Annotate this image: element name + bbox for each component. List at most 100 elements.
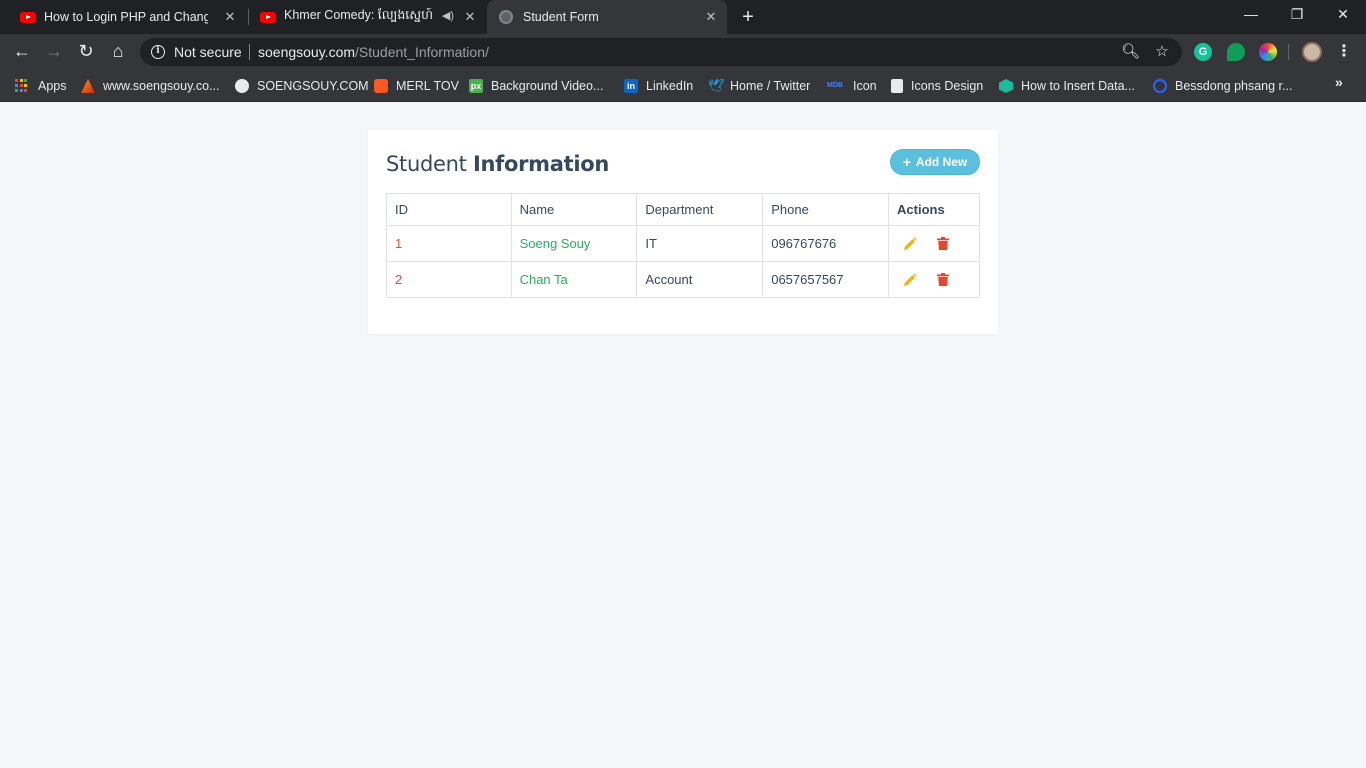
cell-phone: 096767676 (762, 225, 890, 262)
home-icon[interactable]: ⌂ (107, 40, 129, 62)
extension-green-icon[interactable] (1227, 43, 1245, 61)
tab-separator (248, 9, 249, 25)
add-new-label: Add New (915, 155, 968, 169)
address-bar[interactable]: i Not secure soengsouy.com/Student_Infor… (140, 38, 1182, 66)
cell-id: 2 (386, 261, 512, 298)
bookmark-label: Bessdong phsang r... (1175, 79, 1293, 93)
pixabay-icon: px (469, 79, 483, 93)
delete-trash-icon[interactable] (937, 273, 950, 286)
header-phone: Phone (762, 193, 890, 226)
grammarly-icon[interactable]: G (1194, 43, 1212, 61)
cell-id: 1 (386, 225, 512, 262)
bookmark-label: Apps (38, 79, 67, 93)
browser-toolbar: ← → ↻ ⌂ i Not secure soengsouy.com/Stude… (0, 34, 1366, 70)
reload-icon[interactable]: ↻ (75, 40, 97, 62)
bookmarks-overflow-icon[interactable]: » (1335, 74, 1343, 90)
toolbar-divider (1288, 44, 1289, 60)
bookmark-label: Background Video... (491, 79, 604, 93)
globe-icon (235, 79, 249, 93)
bookmark-twitter[interactable]: 🕊︎ Home / Twitter (708, 77, 810, 95)
globe-icon (499, 10, 513, 24)
bookmark-merl-tov[interactable]: MERL TOV (374, 77, 459, 95)
url-domain: soengsouy.com (258, 44, 356, 60)
student-table: ID Name Department Phone Actions 1 Soeng… (386, 193, 980, 298)
bookmark-label: LinkedIn (646, 79, 694, 93)
header-name: Name (510, 193, 638, 226)
tab-title: How to Login PHP and Change M (44, 10, 208, 24)
bookmark-soengsouy-site[interactable]: www.soengsouy.co... (81, 77, 220, 95)
header-department: Department (636, 193, 764, 226)
tab-student-form[interactable]: Student Form ✕ (487, 0, 727, 34)
more-menu-icon[interactable]: ⋮ (1336, 41, 1352, 63)
linkedin-icon: in (624, 79, 638, 93)
cell-department: Account (636, 261, 764, 298)
edit-pencil-icon[interactable] (903, 236, 917, 251)
restore-icon[interactable]: ❐ (1287, 4, 1307, 24)
security-label[interactable]: Not secure (174, 44, 242, 60)
profile-avatar[interactable] (1302, 42, 1322, 62)
table-row: 2 Chan Ta Account 0657657567 (386, 261, 980, 298)
cell-name: Soeng Souy (510, 225, 638, 262)
cell-department: IT (636, 225, 764, 262)
cube-icon (999, 79, 1013, 93)
bookmark-icon[interactable]: MDB Icon (827, 77, 877, 95)
twitter-icon: 🕊︎ (708, 78, 725, 93)
cell-phone: 0657657567 (762, 261, 890, 298)
back-arrow-icon[interactable]: ← (11, 40, 33, 62)
omnibox-divider (249, 44, 250, 60)
title-bold: Information (472, 152, 610, 176)
bookmark-label: Icons Design (911, 79, 984, 93)
plus-icon: + (902, 154, 911, 170)
header-actions: Actions (888, 193, 980, 226)
tab-strip: How to Login PHP and Change M ✕ Khmer Co… (0, 0, 1366, 34)
blogger-icon (374, 79, 388, 93)
bookmark-background-video[interactable]: px Background Video... (469, 77, 603, 95)
bookmark-label: SOENGSOUY.COM (257, 79, 369, 93)
bookmark-label: How to Insert Data... (1021, 79, 1135, 93)
edit-pencil-icon[interactable] (903, 272, 917, 287)
forward-arrow-icon[interactable]: → (43, 40, 65, 62)
cell-name: Chan Ta (510, 261, 638, 298)
cell-actions (888, 225, 980, 262)
url-path: /Student_Information/ (355, 44, 489, 60)
bookmarks-bar: Apps www.soengsouy.co... SOENGSOUY.COM M… (0, 70, 1366, 102)
bookmark-label: MERL TOV (396, 79, 459, 93)
speaker-icon[interactable]: ◀) (442, 9, 454, 22)
bookmark-linkedin[interactable]: in LinkedIn (624, 77, 693, 95)
cell-actions (888, 261, 980, 298)
bookmark-apps[interactable]: Apps (15, 77, 67, 95)
close-window-icon[interactable]: ✕ (1333, 4, 1353, 24)
bookmark-insert-data[interactable]: How to Insert Data... (999, 77, 1135, 95)
youtube-icon (260, 11, 276, 23)
youtube-icon (20, 11, 36, 23)
tab-login-php[interactable]: How to Login PHP and Change M ✕ (8, 0, 246, 34)
header-id: ID (386, 193, 512, 226)
minimize-icon[interactable]: — (1241, 4, 1261, 24)
bookmark-label: Home / Twitter (730, 79, 811, 93)
bookmark-bessdong[interactable]: Bessdong phsang r... (1153, 77, 1292, 95)
tab-title: Student Form (523, 10, 599, 24)
document-icon (891, 79, 903, 93)
close-icon[interactable]: ✕ (222, 9, 238, 25)
play-circle-icon (1153, 79, 1167, 93)
info-icon[interactable]: i (151, 45, 165, 59)
bookmark-icons-design[interactable]: Icons Design (891, 77, 983, 95)
site-icon (81, 79, 95, 93)
new-tab-icon[interactable]: + (738, 6, 758, 28)
zoom-icon[interactable]: 🔍︎ (1121, 43, 1140, 61)
close-icon[interactable]: ✕ (703, 9, 719, 25)
bookmark-soengsouy-com[interactable]: SOENGSOUY.COM (235, 77, 369, 95)
mdb-icon: MDB (827, 82, 843, 89)
table-row: 1 Soeng Souy IT 096767676 (386, 225, 980, 262)
color-picker-icon[interactable] (1259, 43, 1277, 61)
star-icon[interactable]: ☆ (1153, 43, 1171, 61)
bookmark-label: Icon (853, 79, 877, 93)
close-icon[interactable]: ✕ (462, 9, 478, 25)
tab-khmer-comedy[interactable]: Khmer Comedy: ល្បែងស្នេហ៍ន ◀) ✕ (250, 0, 486, 34)
bookmark-label: www.soengsouy.co... (103, 79, 220, 93)
apps-grid-icon (15, 79, 29, 93)
add-new-button[interactable]: + Add New (890, 149, 980, 175)
url-text[interactable]: soengsouy.com/Student_Information/ (258, 44, 489, 60)
student-information-card: Student Information + Add New ID Name De… (368, 130, 998, 334)
delete-trash-icon[interactable] (937, 237, 950, 250)
